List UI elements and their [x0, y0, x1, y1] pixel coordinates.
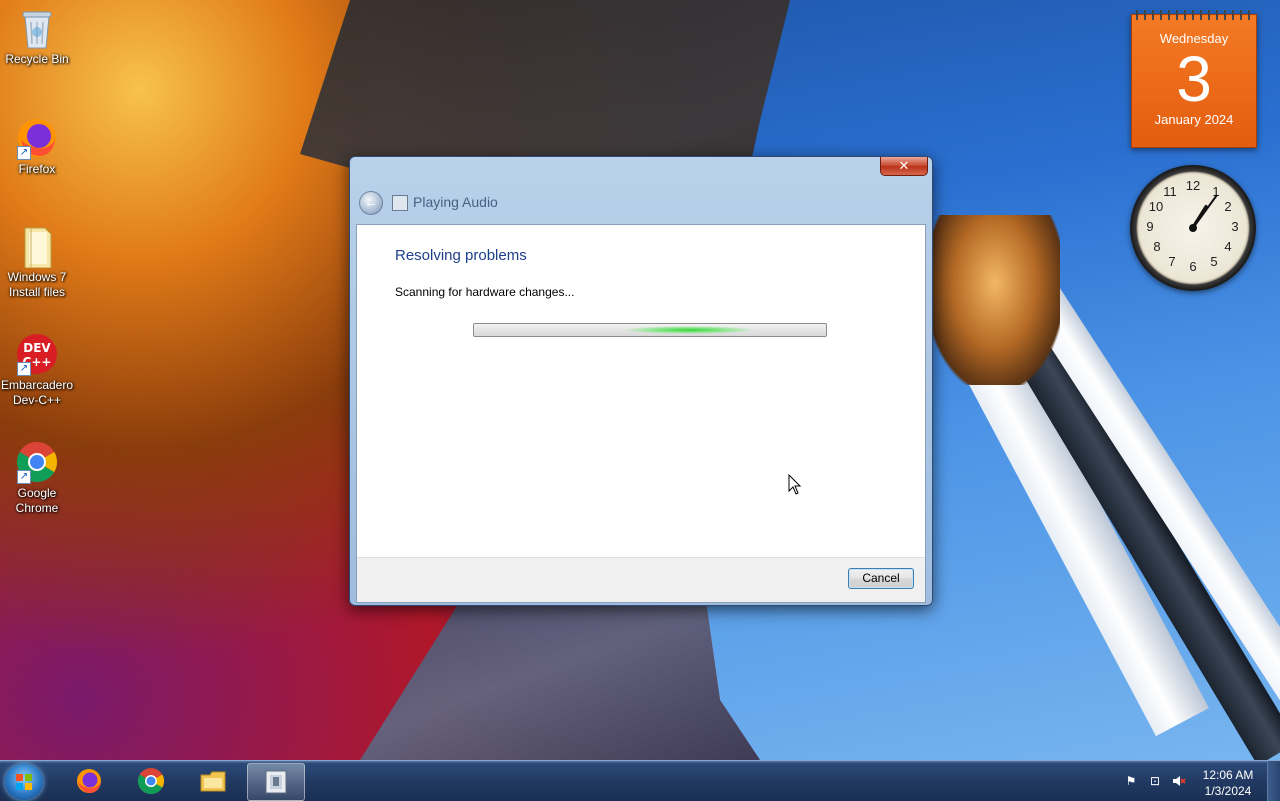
window-title: Playing Audio [413, 194, 498, 210]
clock-numeral: 7 [1168, 254, 1176, 269]
taskbar: ⚑ ⊡ 12:06 AM 1/3/2024 [0, 760, 1280, 801]
desktop-icon-windows7-install-files[interactable]: Windows 7 Install files [0, 224, 74, 300]
chrome-icon: ↗ [15, 440, 59, 484]
desktop-icon-label: Windows 7 Install files [7, 270, 67, 299]
clock-numeral: 12 [1185, 178, 1201, 193]
back-arrow-icon: ← [364, 194, 378, 210]
calendar-day: 3 [1176, 43, 1212, 115]
progress-marquee [624, 326, 754, 334]
taskbar-chrome[interactable] [123, 763, 179, 799]
clock-numeral: 9 [1146, 219, 1154, 234]
show-desktop-button[interactable] [1267, 761, 1280, 801]
action-center-flag-icon[interactable]: ⚑ [1124, 774, 1138, 788]
desktop-icon-recycle-bin[interactable]: Recycle Bin [0, 6, 74, 67]
clock-numeral: 2 [1224, 199, 1232, 214]
taskbar-clock[interactable]: 12:06 AM 1/3/2024 [1196, 767, 1260, 799]
shortcut-arrow-icon: ↗ [17, 470, 31, 484]
folder-icon [15, 224, 59, 269]
shortcut-arrow-icon: ↗ [17, 362, 31, 376]
window-content: Resolving problems Scanning for hardware… [356, 224, 926, 603]
close-button[interactable]: ✕ [880, 157, 928, 176]
desktop-icon-label: Recycle Bin [5, 52, 69, 66]
status-text: Scanning for hardware changes... [395, 285, 575, 299]
clock-numeral: 4 [1224, 239, 1232, 254]
wallpaper-needle-top [930, 215, 1060, 385]
desktop-icon-label: Firefox [18, 162, 56, 176]
firefox-icon: ↗ [15, 116, 59, 160]
clock-center-pin [1189, 224, 1197, 232]
troubleshooter-icon [392, 195, 408, 211]
taskbar-explorer[interactable] [185, 763, 241, 799]
clock-gadget[interactable]: 12 1 2 3 4 5 6 7 8 9 10 11 [1130, 165, 1256, 291]
calendar-month-year: January 2024 [1154, 112, 1234, 127]
network-icon[interactable]: ⊡ [1148, 774, 1162, 788]
start-button[interactable] [5, 764, 43, 800]
clock-numeral: 11 [1163, 184, 1177, 199]
troubleshooter-window[interactable]: ✕ ← Playing Audio Resolving problems Sca… [349, 156, 933, 606]
desktop-icon-devcpp[interactable]: DEV C++ ↗ Embarcadero Dev-C++ [0, 332, 74, 408]
chrome-icon [137, 768, 165, 795]
recycle-bin-icon [15, 6, 59, 50]
taskbar-time: 12:06 AM [1202, 768, 1254, 782]
folder-icon [200, 771, 226, 792]
desktop-icon-firefox[interactable]: ↗ Firefox [0, 116, 74, 177]
clock-numeral: 6 [1189, 259, 1197, 274]
desktop: Recycle Bin ↗ Firefox Windows 7 Install … [0, 0, 1280, 760]
back-button[interactable]: ← [359, 191, 383, 215]
mouse-cursor-icon [788, 474, 802, 495]
svg-text:DEV: DEV [23, 341, 51, 355]
windows-logo-icon [16, 774, 32, 790]
desktop-icon-chrome[interactable]: ↗ Google Chrome [0, 440, 74, 516]
desktop-icon-label: Google Chrome [15, 486, 59, 515]
cancel-button[interactable]: Cancel [848, 568, 914, 589]
progress-bar [473, 323, 827, 337]
volume-muted-icon[interactable] [1172, 774, 1186, 788]
clock-numeral: 3 [1231, 219, 1239, 234]
clock-minute-hand [1192, 194, 1218, 229]
window-titlebar[interactable]: ✕ ← Playing Audio [350, 157, 932, 223]
taskbar-troubleshooter[interactable] [247, 763, 305, 801]
shortcut-arrow-icon: ↗ [17, 146, 31, 160]
page-heading: Resolving problems [395, 247, 527, 264]
close-icon: ✕ [898, 158, 910, 173]
taskbar-date: 1/3/2024 [1204, 784, 1252, 798]
clock-numeral: 8 [1153, 239, 1161, 254]
taskbar-firefox[interactable] [61, 763, 117, 799]
clock-numeral: 10 [1148, 199, 1164, 214]
devcpp-icon: DEV C++ ↗ [15, 332, 59, 376]
desktop-icon-label: Embarcadero Dev-C++ [0, 378, 74, 407]
troubleshooter-icon [265, 770, 287, 794]
calendar-rings [1136, 10, 1252, 20]
window-footer: Cancel [357, 557, 925, 602]
firefox-icon [77, 769, 101, 793]
clock-numeral: 5 [1210, 254, 1218, 269]
calendar-gadget[interactable]: Wednesday 3 January 2024 [1131, 10, 1257, 148]
